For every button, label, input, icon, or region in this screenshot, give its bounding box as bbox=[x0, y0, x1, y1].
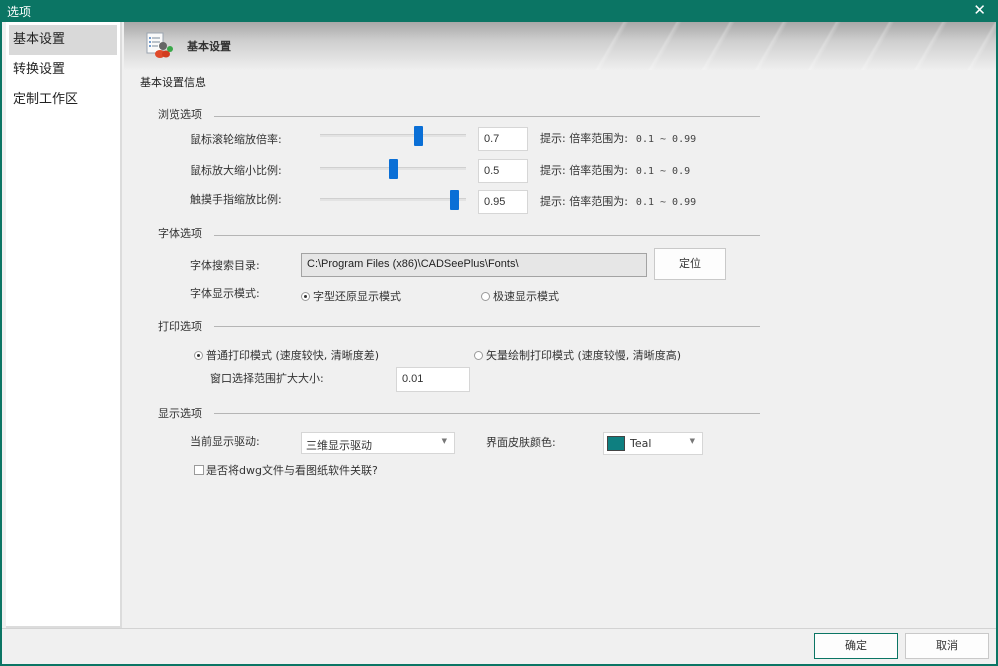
select-value: 三维显示驱动 bbox=[306, 439, 372, 452]
radio-label: 极速显示模式 bbox=[493, 290, 559, 303]
radio-unselected-icon bbox=[474, 351, 483, 360]
slider-thumb[interactable] bbox=[450, 190, 460, 210]
expand-size-input[interactable]: 0.01 bbox=[396, 367, 470, 392]
ok-button[interactable]: 确定 bbox=[814, 633, 898, 659]
slider-track bbox=[320, 134, 466, 137]
wheel-zoom-label: 鼠标滚轮缩放倍率: bbox=[190, 133, 282, 146]
zoom-ratio-slider[interactable] bbox=[320, 159, 466, 179]
font-options-divider bbox=[214, 235, 760, 236]
chevron-down-icon: ▼ bbox=[689, 437, 695, 445]
dialog-footer: 确定 取消 bbox=[2, 628, 996, 664]
slider-thumb[interactable] bbox=[413, 126, 423, 146]
touch-zoom-slider[interactable] bbox=[320, 190, 466, 210]
slider-track bbox=[320, 198, 466, 201]
hint-text: 提示: 倍率范围为: bbox=[540, 132, 628, 145]
radio-unselected-icon bbox=[481, 292, 490, 301]
banner-title: 基本设置 bbox=[187, 40, 231, 53]
settings-users-icon bbox=[146, 32, 173, 58]
touch-zoom-hint: 提示: 倍率范围为: 0.1 ~ 0.99 bbox=[540, 193, 696, 209]
options-dialog: 选项 ✕ 基本设置 转换设置 定制工作区 基本设置 基本设置信息 浏览选项 鼠标… bbox=[0, 0, 998, 666]
info-title: 基本设置信息 bbox=[140, 76, 206, 89]
display-driver-select[interactable]: 三维显示驱动 ▼ bbox=[301, 432, 455, 454]
font-mode-label: 字体显示模式: bbox=[190, 287, 260, 300]
print-mode-vector-radio[interactable]: 矢量绘制打印模式 (速度较慢, 清晰度高) bbox=[474, 347, 681, 363]
expand-size-label: 窗口选择范围扩大大小: bbox=[210, 372, 324, 385]
cancel-button[interactable]: 取消 bbox=[905, 633, 989, 659]
checkbox-unchecked-icon bbox=[194, 465, 204, 475]
radio-label: 普通打印模式 (速度较快, 清晰度差) bbox=[206, 349, 380, 362]
close-icon[interactable]: ✕ bbox=[973, 1, 986, 19]
sidebar-item-custom-workspace[interactable]: 定制工作区 bbox=[9, 85, 117, 115]
associate-dwg-checkbox[interactable]: 是否将dwg文件与看图纸软件关联? bbox=[194, 462, 378, 478]
radio-label: 矢量绘制打印模式 (速度较慢, 清晰度高) bbox=[486, 349, 682, 362]
dialog-client: 基本设置 转换设置 定制工作区 基本设置 基本设置信息 浏览选项 鼠标滚轮缩放倍… bbox=[2, 22, 996, 664]
touch-zoom-input[interactable]: 0.95 bbox=[478, 190, 528, 214]
touch-zoom-label: 触摸手指缩放比例: bbox=[190, 193, 282, 206]
checkbox-label: 是否将dwg文件与看图纸软件关联? bbox=[206, 464, 378, 477]
browse-options-title: 浏览选项 bbox=[158, 108, 202, 121]
radio-label: 字型还原显示模式 bbox=[313, 290, 401, 303]
browse-options-divider bbox=[214, 116, 760, 117]
font-dir-label: 字体搜索目录: bbox=[190, 259, 260, 272]
skin-color-select[interactable]: Teal ▼ bbox=[603, 432, 703, 455]
font-options-title: 字体选项 bbox=[158, 227, 202, 240]
sidebar: 基本设置 转换设置 定制工作区 bbox=[6, 22, 122, 628]
hint-text: 提示: 倍率范围为: bbox=[540, 195, 628, 208]
hint-range: 0.1 ~ 0.99 bbox=[635, 134, 697, 145]
slider-thumb[interactable] bbox=[389, 159, 398, 179]
sidebar-item-basic-settings[interactable]: 基本设置 bbox=[9, 25, 117, 55]
print-options-title: 打印选项 bbox=[158, 320, 202, 333]
display-options-title: 显示选项 bbox=[158, 407, 202, 420]
locate-button[interactable]: 定位 bbox=[654, 248, 726, 280]
zoom-ratio-input[interactable]: 0.5 bbox=[478, 159, 528, 183]
font-mode-fast-radio[interactable]: 极速显示模式 bbox=[481, 288, 559, 304]
hint-text: 提示: 倍率范围为: bbox=[540, 164, 628, 177]
radio-selected-icon bbox=[301, 292, 310, 301]
font-dir-input[interactable]: C:\Program Files (x86)\CADSeePlus\Fonts\ bbox=[301, 253, 647, 277]
color-swatch bbox=[607, 436, 625, 451]
display-options-divider bbox=[214, 413, 760, 414]
settings-panel: 基本设置 基本设置信息 浏览选项 鼠标滚轮缩放倍率: 0.7 提示: 倍率范围为… bbox=[124, 22, 996, 628]
chevron-down-icon: ▼ bbox=[441, 437, 447, 445]
display-driver-label: 当前显示驱动: bbox=[190, 435, 260, 448]
zoom-ratio-label: 鼠标放大缩小比例: bbox=[190, 164, 282, 177]
select-value: Teal bbox=[630, 437, 652, 450]
hint-range: 0.1 ~ 0.9 bbox=[635, 166, 691, 177]
wheel-zoom-hint: 提示: 倍率范围为: 0.1 ~ 0.99 bbox=[540, 130, 696, 146]
title-bar[interactable]: 选项 ✕ bbox=[0, 0, 998, 22]
print-options-divider bbox=[214, 326, 760, 327]
zoom-ratio-hint: 提示: 倍率范围为: 0.1 ~ 0.9 bbox=[540, 162, 690, 178]
section-banner: 基本设置 bbox=[124, 22, 996, 70]
hint-range: 0.1 ~ 0.99 bbox=[635, 197, 697, 208]
font-mode-restore-radio[interactable]: 字型还原显示模式 bbox=[301, 288, 401, 304]
skin-color-label: 界面皮肤颜色: bbox=[486, 436, 556, 449]
radio-selected-icon bbox=[194, 351, 203, 360]
window-title: 选项 bbox=[7, 5, 32, 19]
wheel-zoom-slider[interactable] bbox=[320, 126, 466, 146]
wheel-zoom-input[interactable]: 0.7 bbox=[478, 127, 528, 151]
sidebar-item-conversion-settings[interactable]: 转换设置 bbox=[9, 55, 117, 85]
print-mode-normal-radio[interactable]: 普通打印模式 (速度较快, 清晰度差) bbox=[194, 347, 379, 363]
